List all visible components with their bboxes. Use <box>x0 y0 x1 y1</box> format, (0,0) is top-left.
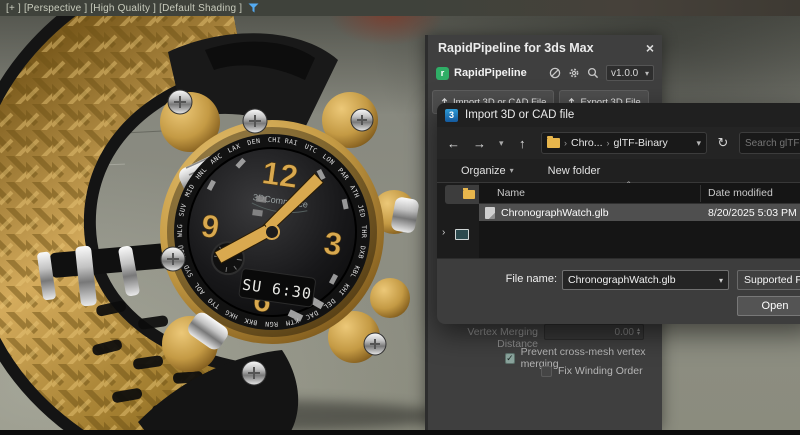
zoom-icon[interactable] <box>587 67 599 79</box>
dialog-footer: File name: ChronographWatch.glb ▾ Suppor… <box>437 258 800 324</box>
new-folder-button[interactable]: New folder <box>548 165 601 177</box>
fix-winding-checkbox[interactable] <box>541 366 552 377</box>
disable-icon[interactable] <box>549 67 561 79</box>
document-icon <box>485 207 495 219</box>
breadcrumb-chevron-icon: › <box>564 138 567 148</box>
vertex-merging-spinner[interactable]: 0.00 ▴ ▾ <box>544 324 644 340</box>
refresh-icon: ↻ <box>718 135 729 151</box>
list-header: Name ˆ Date modified <box>479 183 800 204</box>
hands-cap <box>264 224 280 240</box>
watch-model[interactable]: RAI UTC LON PAR ATH JED THR DXB KBL KHI … <box>0 0 430 435</box>
application-window: RAI UTC LON PAR ATH JED THR DXB KBL KHI … <box>0 0 800 435</box>
rapidpipeline-brand: RapidPipeline <box>454 67 527 79</box>
column-header-name[interactable]: Name <box>497 187 525 199</box>
organize-dropdown-icon[interactable]: ▾ <box>510 166 514 175</box>
3dsmax-app-icon: 3 <box>445 109 458 122</box>
search-box <box>739 132 800 154</box>
dialog-command-bar: Organize ▾ New folder <box>437 159 800 183</box>
folder-icon <box>463 190 475 199</box>
close-icon[interactable]: × <box>646 41 654 55</box>
column-header-date[interactable]: Date modified <box>708 187 773 199</box>
folder-icon <box>547 138 560 148</box>
file-name-combobox[interactable]: ChronographWatch.glb ▾ <box>562 270 729 290</box>
check-icon: ✓ <box>506 353 514 364</box>
breadcrumb-current[interactable]: glTF-Binary <box>614 137 668 149</box>
filter-icon[interactable] <box>248 3 259 13</box>
fix-winding-label: Fix Winding Order <box>558 365 643 377</box>
format-filter-dropdown[interactable]: Supported Forma <box>737 270 800 290</box>
organize-button[interactable]: Organize <box>461 165 506 177</box>
dialog-title: Import 3D or CAD file <box>465 109 574 121</box>
prevent-cross-mesh-checkbox[interactable]: ✓ <box>505 353 515 364</box>
expand-chevron-icon[interactable]: › <box>442 227 445 238</box>
sidebar-item-selected[interactable] <box>445 185 479 204</box>
file-date: 8/20/2025 5:03 PM <box>708 207 797 219</box>
combo-dropdown-icon: ▾ <box>719 276 723 285</box>
dialog-body: › Name ˆ Date modified ChronographWatch.… <box>437 183 800 258</box>
file-list: Name ˆ Date modified ChronographWatch.gl… <box>479 183 800 258</box>
gear-icon[interactable] <box>568 67 580 79</box>
panel-titlebar: RapidPipeline for 3ds Max × <box>428 35 662 60</box>
panel-title: RapidPipeline for 3ds Max <box>438 41 594 55</box>
dialog-titlebar: 3 Import 3D or CAD file <box>437 103 800 127</box>
address-dropdown-icon[interactable]: ▾ <box>696 138 701 149</box>
spinner-down-icon[interactable]: ▾ <box>637 332 640 337</box>
refresh-button[interactable]: ↻ <box>713 132 733 154</box>
breadcrumb-chevron-icon: › <box>607 138 610 148</box>
import-dialog: 3 Import 3D or CAD file ← → ▾ ↑ › Chro..… <box>437 103 800 323</box>
dialog-navbar: ← → ▾ ↑ › Chro... › glTF-Binary ▾ ↻ <box>437 127 800 159</box>
file-row-selected[interactable]: ChronographWatch.glb 8/20/2025 5:03 PM <box>479 204 800 221</box>
file-name-label: File name: <box>437 273 557 285</box>
column-divider[interactable] <box>700 185 701 202</box>
panel-toolbar: r RapidPipeline v1.0.0 ▾ <box>428 60 662 86</box>
file-name: ChronographWatch.glb <box>501 207 609 219</box>
chevron-down-icon: ▾ <box>645 69 649 78</box>
window-bottom-edge <box>0 430 800 435</box>
numeral-12: 12 <box>260 154 300 195</box>
version-dropdown[interactable]: v1.0.0 ▾ <box>606 65 654 81</box>
places-sidebar: › <box>437 183 479 258</box>
sort-caret-icon: ˆ <box>627 181 630 192</box>
back-icon[interactable]: ← <box>447 137 460 150</box>
viewport-shading-label[interactable]: [+ ] [Perspective ] [High Quality ] [Def… <box>6 3 242 14</box>
recent-locations-icon[interactable]: ▾ <box>499 139 504 148</box>
breadcrumb-parent[interactable]: Chro... <box>571 137 603 149</box>
search-input[interactable] <box>740 138 800 149</box>
rapidpipeline-logo: r <box>436 67 449 80</box>
forward-icon[interactable]: → <box>473 137 486 150</box>
viewport-topbar: [+ ] [Perspective ] [High Quality ] [Def… <box>0 0 800 16</box>
this-pc-icon[interactable] <box>455 229 469 240</box>
address-bar[interactable]: › Chro... › glTF-Binary ▾ <box>541 132 707 154</box>
open-button[interactable]: Open <box>737 296 800 316</box>
up-icon[interactable]: ↑ <box>519 137 526 150</box>
